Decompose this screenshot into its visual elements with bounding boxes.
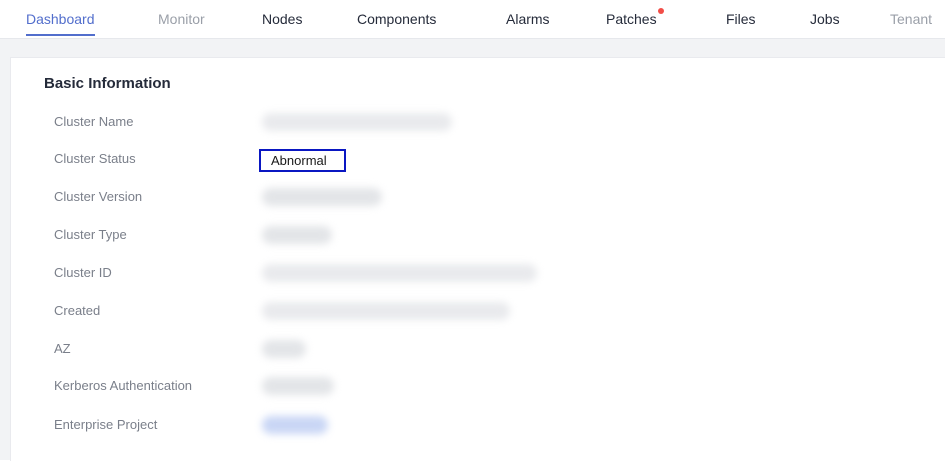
cluster-status-highlight: Abnormal [259, 149, 346, 172]
section-title: Basic Information [44, 75, 171, 92]
tab-dashboard[interactable]: Dashboard [26, 0, 95, 38]
tab-files[interactable]: Files [726, 0, 756, 38]
active-tab-indicator [26, 34, 95, 36]
value-cluster-status: Abnormal [271, 153, 327, 168]
label-kerberos-authentication: Kerberos Authentication [54, 378, 193, 393]
value-cluster-version-redacted [262, 188, 382, 206]
tab-patches-label: Patches [606, 11, 657, 27]
label-cluster-type: Cluster Type [54, 227, 127, 242]
value-cluster-id-redacted [262, 264, 537, 282]
tab-jobs[interactable]: Jobs [810, 0, 840, 38]
label-cluster-name: Cluster Name [54, 114, 134, 129]
value-enterprise-project-redacted[interactable] [262, 416, 328, 434]
notification-dot-icon [657, 8, 664, 14]
tab-monitor-label: Monitor [158, 11, 205, 27]
tab-nodes-label: Nodes [262, 11, 303, 27]
tab-jobs-label: Jobs [810, 11, 840, 27]
value-cluster-type-redacted [262, 226, 332, 244]
value-created-redacted [262, 302, 510, 320]
label-az: AZ [54, 341, 71, 356]
tab-alarms-label: Alarms [506, 11, 550, 27]
tab-components[interactable]: Components [357, 0, 436, 38]
tab-patches[interactable]: Patches [606, 0, 664, 38]
tab-tenant[interactable]: Tenant [890, 0, 932, 38]
label-cluster-status: Cluster Status [54, 151, 136, 166]
tab-tenant-label: Tenant [890, 11, 933, 27]
value-kerberos-redacted [262, 377, 334, 395]
value-az-redacted [262, 340, 306, 358]
label-enterprise-project: Enterprise Project [54, 417, 158, 432]
label-cluster-id: Cluster ID [54, 265, 112, 280]
basic-information-card [10, 57, 945, 461]
tab-nodes[interactable]: Nodes [262, 0, 302, 38]
value-cluster-name-redacted [262, 113, 452, 131]
label-cluster-version: Cluster Version [54, 189, 143, 204]
tab-alarms[interactable]: Alarms [506, 0, 550, 38]
label-created: Created [54, 303, 101, 318]
tab-files-label: Files [726, 11, 756, 27]
tab-monitor[interactable]: Monitor [158, 0, 205, 38]
tab-components-label: Components [357, 11, 437, 27]
tab-bar: Dashboard Monitor Nodes Components Alarm… [0, 0, 945, 39]
tab-dashboard-label: Dashboard [26, 11, 95, 27]
